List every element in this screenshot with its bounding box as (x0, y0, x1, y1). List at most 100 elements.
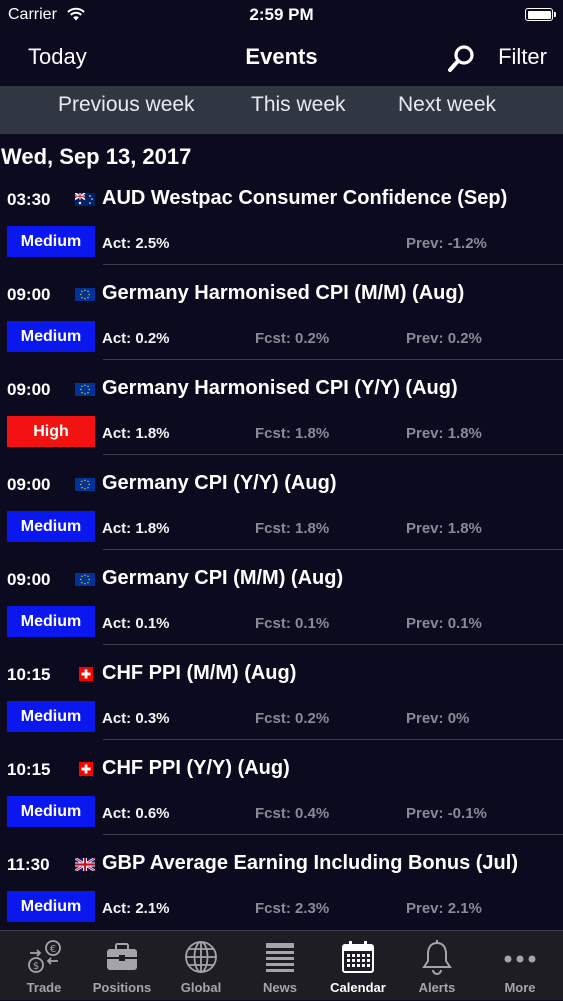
news-icon (262, 939, 298, 975)
filter-button[interactable]: Filter (498, 44, 547, 70)
event-actual: Act: 0.6% (102, 805, 170, 822)
bell-icon (419, 939, 455, 975)
impact-badge: Medium (7, 606, 95, 637)
tab-label: More (504, 980, 536, 995)
event-title: Germany Harmonised CPI (Y/Y) (Aug) (102, 377, 458, 399)
event-row[interactable]: 11:30 GBP Average Earning Including Bonu… (0, 835, 563, 930)
event-previous: Prev: 2.1% (406, 900, 482, 917)
event-title: AUD Westpac Consumer Confidence (Sep) (102, 187, 508, 209)
event-time: 11:30 (7, 855, 50, 874)
week-selector: Previous week This week Next week (0, 86, 563, 134)
eu-flag-icon (75, 288, 95, 301)
status-bar: Carrier 2:59 PM (0, 0, 563, 30)
switzerland-flag-icon (79, 667, 93, 681)
calendar-icon (340, 939, 376, 975)
more-icon (502, 939, 538, 975)
event-actual: Act: 0.1% (102, 615, 170, 632)
search-icon[interactable] (446, 44, 476, 74)
event-title: Germany Harmonised CPI (M/M) (Aug) (102, 282, 465, 304)
event-time: 09:00 (7, 380, 51, 399)
impact-badge: Medium (7, 321, 95, 352)
impact-badge: Medium (7, 226, 95, 257)
event-actual: Act: 2.1% (102, 900, 170, 917)
event-title: Germany CPI (Y/Y) (Aug) (102, 472, 337, 494)
event-row[interactable]: 09:00 Germany Harmonised CPI (M/M) (Aug)… (0, 265, 563, 360)
tab-label: Calendar (330, 980, 386, 995)
event-time: 09:00 (7, 285, 51, 304)
impact-badge: Medium (7, 796, 95, 827)
globe-icon (183, 939, 219, 975)
impact-badge: Medium (7, 701, 95, 732)
impact-badge: Medium (7, 511, 95, 542)
status-time: 2:59 PM (249, 5, 314, 24)
event-previous: Prev: 1.8% (406, 520, 482, 537)
tab-this-week[interactable]: This week (251, 93, 346, 117)
event-time: 09:00 (7, 475, 51, 494)
tab-trade[interactable]: $ € Trade (4, 931, 84, 1001)
svg-text:$: $ (33, 961, 39, 972)
event-forecast: Fcst: 0.2% (255, 710, 330, 727)
tab-next-week[interactable]: Next week (398, 93, 496, 117)
tab-more[interactable]: More (480, 931, 560, 1001)
event-previous: Prev: 0.1% (406, 615, 482, 632)
event-row[interactable]: 10:15 CHF PPI (M/M) (Aug) Medium Act: 0.… (0, 645, 563, 740)
event-forecast: Fcst: 0.1% (255, 615, 330, 632)
uk-flag-icon (75, 858, 95, 871)
tab-positions[interactable]: Positions (82, 931, 162, 1001)
eu-flag-icon (75, 383, 95, 396)
event-row[interactable]: 10:15 CHF PPI (Y/Y) (Aug) Medium Act: 0.… (0, 740, 563, 835)
tab-label: News (263, 980, 297, 995)
tab-label: Trade (26, 980, 62, 995)
tab-previous-week[interactable]: Previous week (58, 93, 195, 117)
event-actual: Act: 1.8% (102, 520, 170, 537)
event-previous: Prev: -1.2% (406, 235, 487, 252)
event-actual: Act: 0.3% (102, 710, 170, 727)
tab-bar: $ € Trade Positions Global News Calendar… (0, 930, 563, 1000)
briefcase-icon (104, 939, 140, 975)
impact-badge: High (7, 416, 95, 447)
event-previous: Prev: -0.1% (406, 805, 487, 822)
switzerland-flag-icon (79, 762, 93, 776)
tab-calendar[interactable]: Calendar (318, 931, 398, 1001)
australia-flag-icon (75, 193, 95, 206)
tab-label: Global (180, 980, 222, 995)
event-previous: Prev: 0.2% (406, 330, 482, 347)
battery-icon (525, 8, 556, 21)
event-title: CHF PPI (Y/Y) (Aug) (102, 757, 290, 779)
event-row[interactable]: 09:00 Germany CPI (Y/Y) (Aug) Medium Act… (0, 455, 563, 550)
eu-flag-icon (75, 478, 95, 491)
impact-badge: Medium (7, 891, 95, 922)
tab-label: Positions (92, 980, 152, 995)
tab-label: Alerts (418, 980, 456, 995)
tab-global[interactable]: Global (161, 931, 241, 1001)
event-actual: Act: 1.8% (102, 425, 170, 442)
event-title: Germany CPI (M/M) (Aug) (102, 567, 344, 589)
event-title: GBP Average Earning Including Bonus (Jul… (102, 852, 518, 874)
today-button[interactable]: Today (28, 44, 87, 70)
event-row[interactable]: 09:00 Germany CPI (M/M) (Aug) Medium Act… (0, 550, 563, 645)
event-actual: Act: 2.5% (102, 235, 170, 252)
event-previous: Prev: 0% (406, 710, 470, 727)
event-time: 10:15 (7, 760, 51, 779)
event-time: 10:15 (7, 665, 51, 684)
event-list[interactable]: 03:30 AUD Westpac Consumer Confidence (S… (0, 170, 563, 930)
event-forecast: Fcst: 1.8% (255, 425, 330, 442)
tab-alerts[interactable]: Alerts (397, 931, 477, 1001)
event-title: CHF PPI (M/M) (Aug) (102, 662, 297, 684)
svg-text:€: € (50, 944, 56, 955)
date-header: Wed, Sep 13, 2017 (1, 144, 192, 169)
trade-icon: $ € (26, 939, 62, 975)
event-previous: Prev: 1.8% (406, 425, 482, 442)
event-time: 09:00 (7, 570, 51, 589)
event-forecast: Fcst: 0.4% (255, 805, 330, 822)
event-row[interactable]: 09:00 Germany Harmonised CPI (Y/Y) (Aug)… (0, 360, 563, 455)
event-row[interactable]: 03:30 AUD Westpac Consumer Confidence (S… (0, 170, 563, 265)
navigation-bar: Today Events Filter (0, 30, 563, 86)
event-forecast: Fcst: 1.8% (255, 520, 330, 537)
event-time: 03:30 (7, 190, 51, 209)
eu-flag-icon (75, 573, 95, 586)
tab-news[interactable]: News (240, 931, 320, 1001)
event-forecast: Fcst: 2.3% (255, 900, 330, 917)
event-forecast: Fcst: 0.2% (255, 330, 330, 347)
event-actual: Act: 0.2% (102, 330, 170, 347)
